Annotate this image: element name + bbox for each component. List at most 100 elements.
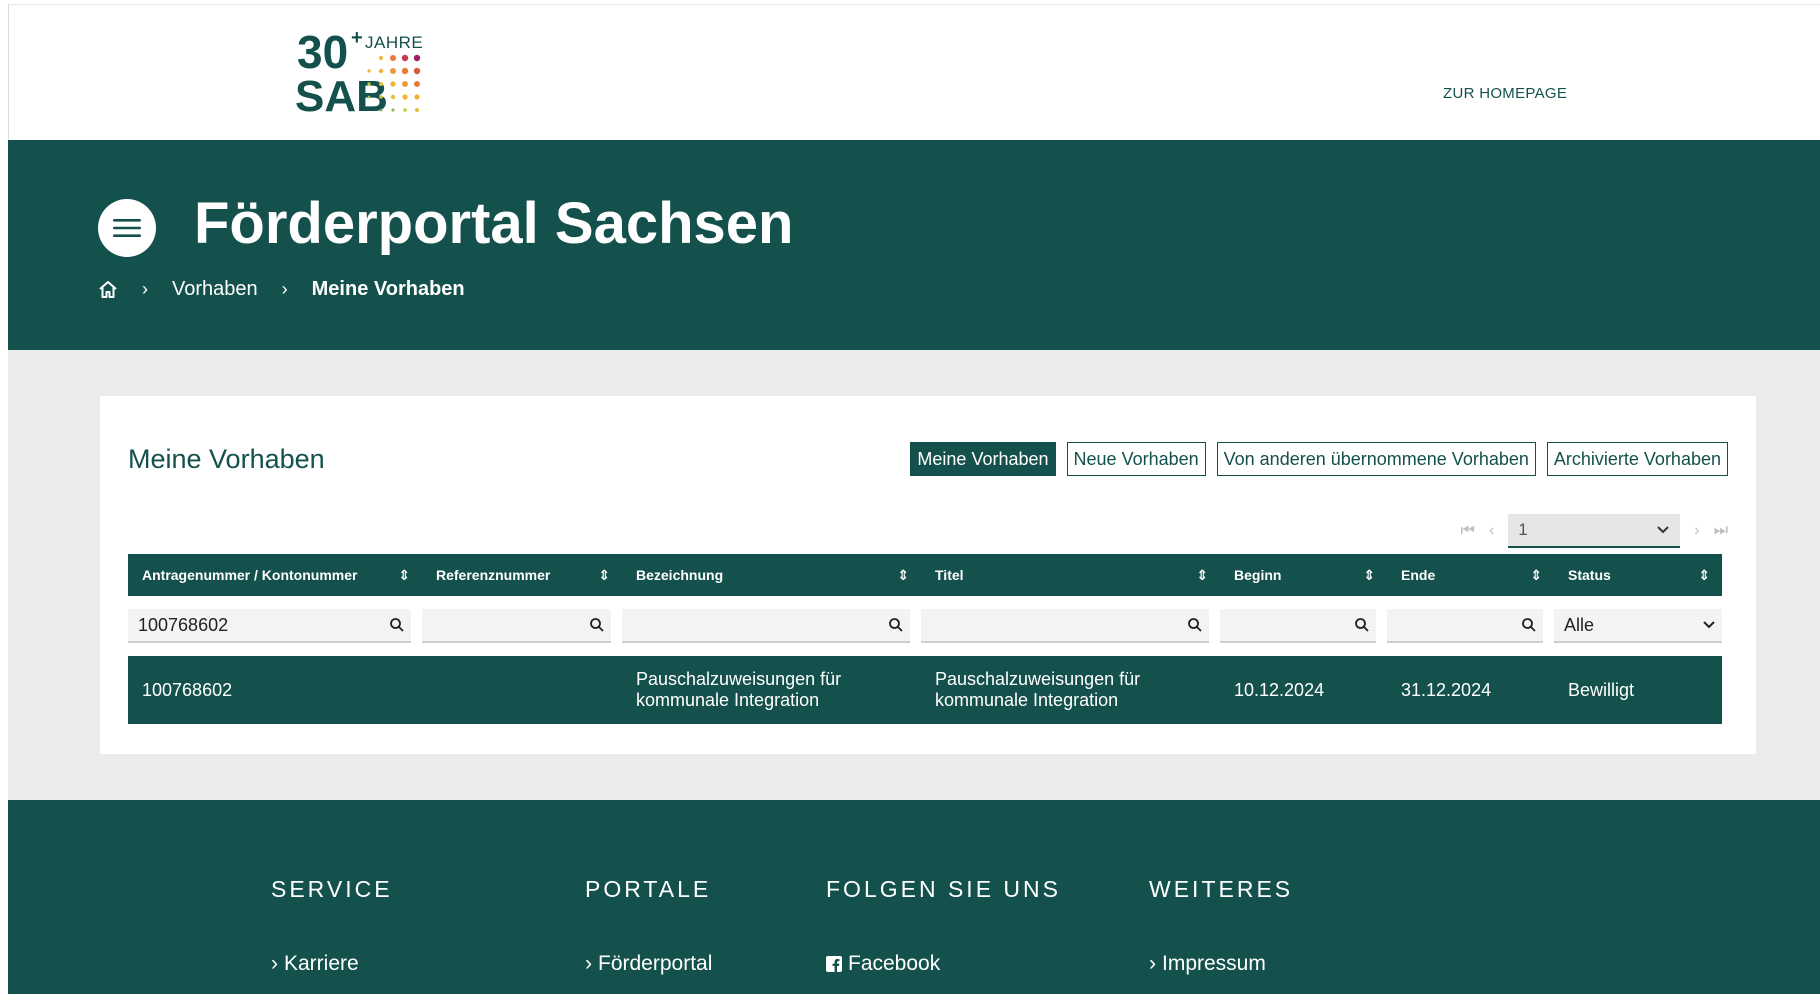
column-header-referenznummer[interactable]: Referenznummer ⇕ xyxy=(422,554,622,596)
column-label: Beginn xyxy=(1234,567,1282,583)
footer-link-impressum[interactable]: › Impressum xyxy=(1149,952,1266,976)
tab-meine-vorhaben[interactable]: Meine Vorhaben xyxy=(910,442,1056,476)
cell-beginn: 10.12.2024 xyxy=(1234,679,1325,700)
sort-icon[interactable]: ⇕ xyxy=(1363,567,1375,584)
homepage-link[interactable]: ZUR HOMEPAGE xyxy=(1443,85,1567,102)
table-row[interactable]: 100768602 Pauschalzuweisungen für kommun… xyxy=(128,656,1722,724)
footer-link-facebook[interactable]: Facebook xyxy=(826,952,940,976)
next-page-icon[interactable]: › xyxy=(1694,522,1699,540)
tab-uebernommene-vorhaben[interactable]: Von anderen übernommene Vorhaben xyxy=(1216,442,1536,476)
footer-heading: WEITERES xyxy=(1149,876,1294,902)
breadcrumb-separator-icon: › xyxy=(142,279,148,299)
tab-archivierte-vorhaben[interactable]: Archivierte Vorhaben xyxy=(1546,442,1728,476)
chevron-down-icon xyxy=(1703,621,1715,629)
footer-column-service: SERVICE › Karriere xyxy=(271,876,393,975)
footer-column-weiteres: WEITERES › Impressum xyxy=(1149,876,1294,975)
cell-titel: Pauschalzuweisungen für kommunale Integr… xyxy=(935,669,1141,710)
sort-icon[interactable]: ⇕ xyxy=(1196,567,1208,584)
page-select[interactable]: 1 xyxy=(1508,514,1681,548)
page-title: Förderportal Sachsen xyxy=(194,191,794,256)
home-icon[interactable] xyxy=(98,280,118,300)
filter-bezeichnung-input[interactable] xyxy=(622,609,910,643)
chevron-down-icon xyxy=(1657,526,1669,534)
page-select-value: 1 xyxy=(1518,520,1528,539)
footer-heading: SERVICE xyxy=(271,876,393,902)
footer-link-karriere[interactable]: › Karriere xyxy=(271,952,359,976)
facebook-icon xyxy=(826,956,842,972)
cell-antragsnummer: 100768602 xyxy=(142,679,233,700)
chevron-right-icon: › xyxy=(585,952,592,975)
cell-ende: 31.12.2024 xyxy=(1401,679,1492,700)
search-icon xyxy=(1355,618,1369,632)
hamburger-icon xyxy=(113,219,141,237)
column-label: Status xyxy=(1568,567,1611,583)
filter-row: 100768602 Alle xyxy=(128,596,1722,656)
last-page-icon[interactable]: ⏭ xyxy=(1714,522,1728,540)
logo-plus: + xyxy=(351,27,363,49)
top-bar: 30 + JAHRE SAB ZUR HOMEPAGE xyxy=(8,4,1820,140)
breadcrumb-item-vorhaben[interactable]: Vorhaben xyxy=(172,278,258,301)
section-title: Meine Vorhaben xyxy=(128,444,325,474)
hero-banner: Förderportal Sachsen › Vorhaben › Meine … xyxy=(8,140,1820,350)
vorhaben-tabs: Meine Vorhaben Neue Vorhaben Von anderen… xyxy=(910,442,1728,476)
column-header-status[interactable]: Status ⇕ xyxy=(1554,554,1722,596)
search-icon xyxy=(889,618,903,632)
vorhaben-card: Meine Vorhaben Meine Vorhaben Neue Vorha… xyxy=(100,396,1756,754)
filter-status-select[interactable]: Alle xyxy=(1554,609,1722,643)
breadcrumb-current: Meine Vorhaben xyxy=(311,278,465,300)
column-header-antragsnummer[interactable]: Antragenummer / Kontonummer ⇕ xyxy=(128,554,422,596)
footer-column-portale: PORTALE › Förderportal xyxy=(585,876,712,975)
footer-link-label: Karriere xyxy=(284,952,359,975)
cell-bezeichnung: Pauschalzuweisungen für kommunale Integr… xyxy=(636,669,842,710)
footer-link-foerderportal[interactable]: › Förderportal xyxy=(585,952,712,976)
prev-page-icon[interactable]: ‹ xyxy=(1489,522,1494,540)
column-label: Bezeichnung xyxy=(636,567,724,583)
filter-antragsnummer-input[interactable]: 100768602 xyxy=(128,609,411,643)
cell-status: Bewilligt xyxy=(1568,679,1635,700)
sab-logo[interactable]: 30 + JAHRE SAB xyxy=(289,26,439,121)
sort-icon[interactable]: ⇕ xyxy=(1698,567,1710,584)
search-icon xyxy=(1188,618,1202,632)
column-label: Referenznummer xyxy=(436,567,551,583)
footer-link-label: Impressum xyxy=(1162,952,1266,975)
column-label: Ende xyxy=(1401,567,1436,583)
footer-column-folgen: FOLGEN SIE UNS Facebook xyxy=(826,876,1061,975)
footer: SERVICE › Karriere PORTALE › Förderportal … xyxy=(8,800,1820,994)
first-page-icon[interactable]: ⏮ xyxy=(1461,522,1475,540)
logo-number: 30 xyxy=(297,26,349,78)
footer-link-label: Facebook xyxy=(848,952,941,975)
tab-neue-vorhaben[interactable]: Neue Vorhaben xyxy=(1066,442,1206,476)
pagination: ⏮ ‹ 1 › ⏭ xyxy=(1461,514,1728,548)
menu-button[interactable] xyxy=(98,199,156,257)
sort-icon[interactable]: ⇕ xyxy=(598,567,610,584)
logo-jahre: JAHRE xyxy=(365,33,424,52)
column-header-ende[interactable]: Ende ⇕ xyxy=(1387,554,1554,596)
filter-value: Alle xyxy=(1564,614,1595,635)
chevron-right-icon: › xyxy=(271,952,278,975)
filter-ende-input[interactable] xyxy=(1387,609,1543,643)
filter-beginn-input[interactable] xyxy=(1220,609,1376,643)
footer-heading: FOLGEN SIE UNS xyxy=(826,876,1061,902)
breadcrumb: › Vorhaben › Meine Vorhaben xyxy=(98,278,465,301)
logo-dots-icon xyxy=(367,54,421,112)
table-header: Antragenummer / Kontonummer ⇕ Referenznum… xyxy=(128,554,1722,596)
vorhaben-table: Antragenummer / Kontonummer ⇕ Referenznum… xyxy=(128,554,1722,724)
search-icon xyxy=(390,618,404,632)
sort-icon[interactable]: ⇕ xyxy=(398,567,410,584)
filter-referenznummer-input[interactable] xyxy=(422,609,611,643)
sort-icon[interactable]: ⇕ xyxy=(1530,567,1542,584)
footer-heading: PORTALE xyxy=(585,876,712,902)
column-label: Antragenummer / Kontonummer xyxy=(142,567,358,583)
footer-link-label: Förderportal xyxy=(598,952,713,975)
column-label: Titel xyxy=(935,567,964,583)
filter-titel-input[interactable] xyxy=(921,609,1209,643)
search-icon xyxy=(1522,618,1536,632)
column-header-titel[interactable]: Titel ⇕ xyxy=(921,554,1220,596)
column-header-beginn[interactable]: Beginn ⇕ xyxy=(1220,554,1387,596)
search-icon xyxy=(590,618,604,632)
column-header-bezeichnung[interactable]: Bezeichnung ⇕ xyxy=(622,554,921,596)
sort-icon[interactable]: ⇕ xyxy=(897,567,909,584)
breadcrumb-separator-icon: › xyxy=(281,279,288,299)
content-area: Meine Vorhaben Meine Vorhaben Neue Vorha… xyxy=(8,350,1820,800)
filter-value: 100768602 xyxy=(138,614,229,635)
